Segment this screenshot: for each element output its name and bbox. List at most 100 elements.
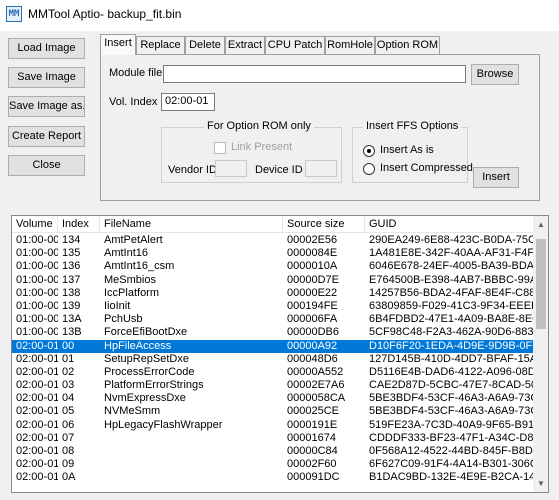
table-row[interactable]: 01:00-00 135 AmtInt16 0000084E 1A481E8E-342F… [12, 247, 533, 260]
cell-guid: 14257B56-BDA2-4FAF-8E4F-C885DF [369, 286, 533, 299]
cell-filename: MeSmbios [104, 273, 156, 286]
column-header-guid[interactable]: GUID [365, 216, 533, 233]
cell-filename: NvmExpressDxe [104, 392, 186, 405]
table-row[interactable]: 02:00-01 0A 000091DC B1DAC9BD-132E-4E9E-B2C… [12, 471, 533, 484]
save-image-button[interactable]: Save Image [8, 67, 85, 88]
insert-compressed-radio[interactable] [363, 163, 375, 175]
table-row[interactable]: 02:00-01 00 HpFileAccess 00000A92 D10F6F20-1… [12, 339, 533, 353]
tab-option-rom[interactable]: Option ROM [375, 36, 440, 55]
cell-filename: ForceEfiBootDxe [104, 326, 188, 339]
cell-source-size: 0000010A [287, 260, 338, 273]
cell-index: 00 [62, 339, 75, 352]
table-row[interactable]: 02:00-01 07 00001674 CDDDF333-BF23-47F1-A34… [12, 432, 533, 445]
load-image-button[interactable]: Load Image [8, 38, 85, 59]
cell-source-size: 00000C84 [287, 445, 338, 457]
tab-romhole[interactable]: RomHole [325, 36, 375, 55]
vol-index-label: Vol. Index [109, 96, 158, 108]
browse-button[interactable]: Browse [471, 64, 519, 85]
cell-guid: 5CF98C48-F2A3-462A-90D6-8837400 [369, 326, 533, 339]
close-button[interactable]: Close [8, 155, 85, 176]
cell-index: 136 [62, 260, 81, 273]
insert-compressed-label: Insert Compressed [380, 162, 473, 174]
table-row[interactable]: 01:00-00 13A PchUsb 000006FA 6B4FDBD2-47E1-4… [12, 313, 533, 326]
cell-filename: AmtPetAlert [104, 234, 163, 246]
column-header-index[interactable]: Index [58, 216, 100, 233]
vertical-scrollbar[interactable]: ▲ ▼ [533, 216, 548, 492]
option-rom-group: For Option ROM only Link Present Vendor … [161, 120, 342, 183]
cell-volume: 01:00-00 [16, 313, 58, 326]
cell-source-size: 000006FA [287, 313, 338, 326]
column-header-volume[interactable]: Volume [12, 216, 58, 233]
table-row[interactable]: 02:00-01 03 PlatformErrorStrings 00002E7A6 C… [12, 379, 533, 392]
cell-source-size: 0000084E [287, 247, 338, 260]
cell-filename [100, 458, 283, 471]
cell-filename: SetupRepSetDxe [104, 352, 189, 365]
module-list-header: Volume Index FileName Source size GUID [12, 216, 533, 233]
tab-insert[interactable]: Insert [100, 34, 136, 55]
cell-index: 06 [62, 418, 75, 431]
cell-index: 05 [62, 405, 75, 418]
cell-filename: NVMeSmm [104, 405, 161, 418]
cell-volume: 02:00-01 [16, 352, 58, 365]
table-row[interactable]: 01:00-00 136 AmtInt16_csm 0000010A 6046E678-… [12, 260, 533, 273]
scroll-up-icon[interactable]: ▲ [533, 216, 548, 233]
save-image-as-button[interactable]: Save Image as.. [8, 96, 85, 117]
scrollbar-thumb[interactable] [536, 239, 546, 329]
cell-volume: 02:00-01 [16, 471, 58, 484]
table-row[interactable]: 02:00-01 06 HpLegacyFlashWrapper 0000191E 51… [12, 419, 533, 432]
column-header-source-size[interactable]: Source size [283, 216, 365, 233]
cell-source-size: 00001674 [287, 431, 336, 444]
cell-filename: HpLegacyFlashWrapper [104, 418, 223, 431]
cell-filename: PchUsb [104, 313, 143, 326]
scroll-down-icon[interactable]: ▼ [533, 475, 548, 492]
cell-filename [100, 445, 283, 458]
cell-source-size: 00000DB6 [287, 326, 339, 339]
table-row[interactable]: 01:00-00 13B ForceEfiBootDxe 00000DB6 5CF98C… [12, 326, 533, 339]
table-row[interactable]: 02:00-01 04 NvmExpressDxe 0000058CA 5BE3BDF4… [12, 392, 533, 405]
tab-cpu-patch[interactable]: CPU Patch [265, 36, 325, 55]
ffs-options-group: Insert FFS Options Insert As is Insert C… [352, 120, 473, 183]
vol-index-field[interactable]: 02:00-01 [161, 93, 215, 111]
cell-volume: 02:00-01 [16, 418, 58, 431]
link-present-checkbox[interactable] [214, 142, 226, 154]
module-file-field[interactable] [163, 65, 466, 83]
table-row[interactable]: 01:00-00 134 AmtPetAlert 00002E56 290EA249-6… [12, 234, 533, 247]
tab-replace[interactable]: Replace [136, 36, 185, 55]
module-list[interactable]: Volume Index FileName Source size GUID 0… [11, 215, 549, 493]
table-row[interactable]: 02:00-01 05 NVMeSmm 000025CE 5BE3BDF4-53CF-4… [12, 405, 533, 418]
vendor-id-label: Vendor ID [168, 164, 217, 176]
cell-index: 13A [62, 313, 82, 326]
table-row[interactable]: 02:00-01 08 00000C84 0F568A12-4522-44BD-845… [12, 445, 533, 458]
table-row[interactable]: 01:00-00 139 IioInit 000194FE 63809859-F029-… [12, 300, 533, 313]
table-row[interactable]: 02:00-01 01 SetupRepSetDxe 000048D6 127D145B… [12, 353, 533, 366]
window-title: MMTool Aptio- backup_fit.bin [28, 7, 182, 21]
cell-volume: 02:00-01 [16, 458, 58, 471]
create-report-button[interactable]: Create Report [8, 126, 85, 147]
cell-guid: 5BE3BDF4-53CF-46A3-A6A9-73C34 [369, 392, 533, 405]
module-list-rows: 01:00-00 134 AmtPetAlert 00002E56 290EA249-6… [12, 234, 533, 485]
cell-filename: AmtInt16_csm [104, 260, 175, 273]
insert-button[interactable]: Insert [473, 167, 519, 188]
insert-as-is-label: Insert As is [380, 144, 434, 156]
cell-volume: 02:00-01 [16, 365, 58, 378]
cell-source-size: 000091DC [287, 471, 340, 484]
cell-guid: E764500B-E398-4AB7-BBBC-99A8E6 [369, 273, 533, 286]
cell-guid: 6F627C09-91F4-4A14-B301-306CEF( [369, 458, 533, 471]
title-bar: MM MMTool Aptio- backup_fit.bin [0, 0, 559, 31]
table-row[interactable]: 01:00-00 137 MeSmbios 00000D7E E764500B-E398… [12, 274, 533, 287]
tab-extract[interactable]: Extract [225, 36, 265, 55]
cell-guid: 1A481E8E-342F-40AA-AF31-F4FB7C [369, 247, 533, 260]
cell-guid: D5116E4B-DAD6-4122-A096-08D33 [369, 365, 533, 378]
cell-source-size: 000025CE [287, 405, 339, 418]
device-id-field[interactable] [305, 160, 337, 177]
tab-delete[interactable]: Delete [185, 36, 225, 55]
column-header-filename[interactable]: FileName [100, 216, 283, 233]
table-row[interactable]: 01:00-00 138 IccPlatform 00000E22 14257B56-B… [12, 287, 533, 300]
cell-index: 03 [62, 379, 75, 392]
cell-guid: CAE2D87D-5CBC-47E7-8CAD-50377 [369, 379, 533, 392]
vendor-id-field[interactable] [215, 160, 247, 177]
cell-guid: 290EA249-6E88-423C-B0DA-75CDD [369, 234, 533, 246]
table-row[interactable]: 02:00-01 02 ProcessErrorCode 00000A552 D5116… [12, 366, 533, 379]
insert-as-is-radio[interactable] [363, 145, 375, 157]
table-row[interactable]: 02:00-01 09 00002F60 6F627C09-91F4-4A14-B30… [12, 458, 533, 471]
